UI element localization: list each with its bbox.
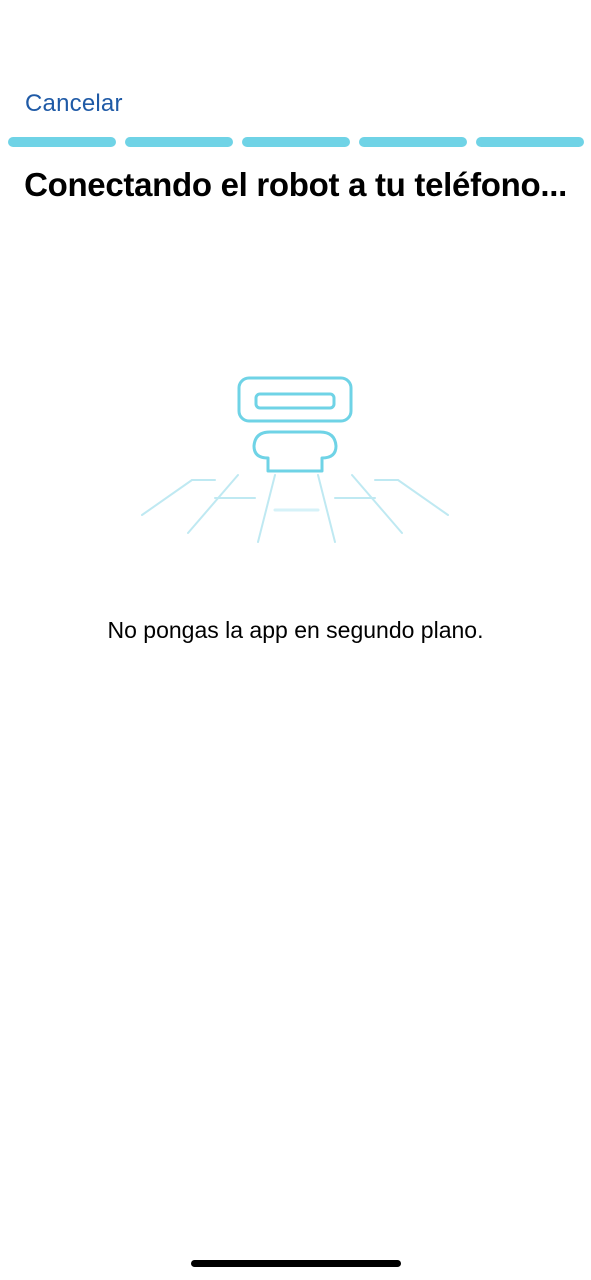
progress-segment	[8, 137, 116, 147]
robot-connecting-icon	[141, 376, 449, 543]
progress-segment	[242, 137, 350, 147]
progress-segment	[359, 137, 467, 147]
progress-segment	[476, 137, 584, 147]
page-title: Conectando el robot a tu teléfono...	[24, 166, 567, 203]
background-warning-text: No pongas la app en segundo plano.	[107, 617, 484, 643]
home-indicator[interactable]	[191, 1260, 401, 1267]
progress-bar	[8, 137, 584, 147]
cancel-button[interactable]: Cancelar	[25, 88, 123, 120]
progress-segment	[125, 137, 233, 147]
